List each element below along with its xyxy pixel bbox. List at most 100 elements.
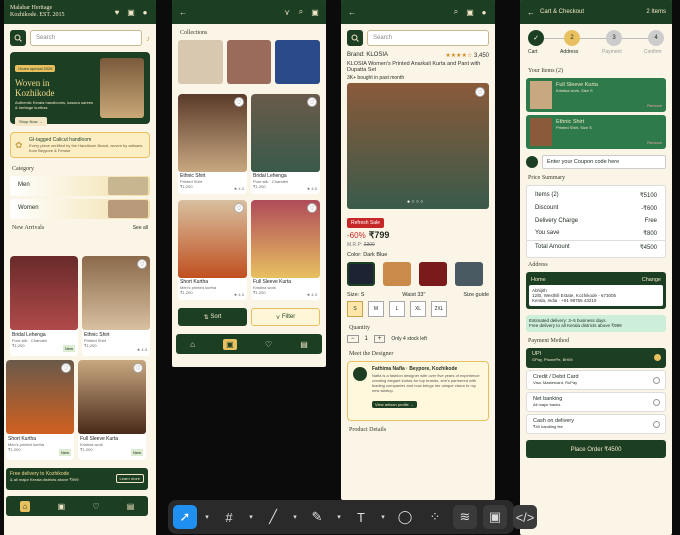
wishlist-heart-icon[interactable]: ♡ — [234, 203, 244, 213]
address-card[interactable]: Home Change Abhijith 12/B, Westhill Estat… — [526, 272, 666, 309]
collection-tile[interactable] — [178, 40, 223, 84]
cart-icon[interactable]: ▣ — [223, 338, 237, 350]
cart-icon[interactable]: ▣ — [310, 7, 320, 17]
pen-tool-icon[interactable]: ✎ — [305, 505, 329, 529]
comment-tool-icon[interactable]: ◯ — [393, 505, 417, 529]
bell-icon[interactable]: ♪ — [146, 34, 150, 43]
coupon-input[interactable]: Enter your Coupon code here — [542, 155, 666, 169]
increment-button[interactable]: + — [373, 335, 386, 343]
text-tool-icon[interactable]: T — [349, 505, 373, 529]
shop-now-button[interactable]: Shop Now → — [15, 117, 47, 126]
search-icon[interactable]: ⌕ — [296, 7, 306, 17]
search-icon[interactable] — [10, 30, 26, 46]
chevron-down-icon[interactable]: ▾ — [379, 505, 387, 529]
frame-tool-icon[interactable]: # — [217, 505, 241, 529]
design-mode-icon[interactable]: ▣ — [483, 505, 507, 529]
category-women[interactable]: Women — [10, 199, 150, 219]
wishlist-heart-icon[interactable]: ♡ — [307, 203, 317, 213]
swatch-tan[interactable] — [383, 262, 411, 286]
search-input[interactable]: Search — [30, 30, 142, 46]
place-order-button[interactable]: Place Order ₹4500 — [526, 440, 666, 458]
profile-icon[interactable]: ● — [479, 7, 489, 17]
remove-link[interactable]: Remove — [647, 103, 662, 108]
sort-button[interactable]: ⇅ Sort — [178, 308, 247, 326]
chevron-down-icon[interactable]: ▾ — [335, 505, 343, 529]
waist-label: Waist 33" — [402, 292, 426, 298]
search-input[interactable]: Search — [367, 30, 489, 46]
payment-option[interactable]: Credit / Debit Card Visa, Mastercard, RuP… — [526, 370, 666, 390]
swatch-maroon[interactable] — [419, 262, 447, 286]
product-card[interactable]: ♡ Short Kurtha Men's printed kurtha ₹1,2… — [6, 360, 74, 460]
wishlist-heart-icon[interactable]: ♡ — [475, 87, 485, 97]
collection-tile[interactable] — [275, 40, 321, 84]
cart-item[interactable]: Ethnic Shirt Printed Shirt, Size S Remov… — [526, 115, 666, 149]
wishlist-heart-icon[interactable]: ♡ — [61, 363, 71, 373]
remove-link[interactable]: Remove — [647, 140, 662, 145]
move-tool-icon[interactable]: ➚ — [173, 505, 197, 529]
change-address-link[interactable]: Change — [642, 277, 661, 283]
size-option[interactable]: L — [389, 301, 405, 317]
heart-icon[interactable]: ♡ — [265, 340, 272, 349]
bag-icon[interactable]: ▤ — [127, 502, 135, 511]
payment-option[interactable]: Cash on delivery ₹40 handling fee — [526, 414, 666, 434]
size-option[interactable]: XL — [410, 301, 426, 317]
radio-button[interactable] — [653, 399, 660, 406]
back-icon[interactable]: ← — [178, 7, 188, 17]
swatch-dark-blue[interactable] — [347, 262, 375, 286]
decrement-button[interactable]: − — [347, 335, 359, 343]
dev-mode-icon[interactable]: </> — [513, 505, 537, 529]
payment-option[interactable]: UPI GPay, PhonePe, BHIM — [526, 348, 666, 368]
cart-icon[interactable]: ▣ — [126, 7, 136, 17]
draw-mode-icon[interactable]: ≋ — [453, 505, 477, 529]
product-card[interactable]: ♡ Short Kurtha Men's printed kurtha ₹1,2… — [178, 200, 247, 300]
view-profile-button[interactable]: View artisan profile → — [372, 401, 417, 408]
search-icon[interactable]: ⌕ — [451, 7, 461, 17]
product-title: KLOSIA Women's Printed Anarkali Kurta an… — [347, 61, 481, 73]
size-guide-link[interactable]: Size guide — [463, 292, 489, 298]
delivery-banner[interactable]: Free delivery to Kozhikode & all major K… — [6, 468, 148, 490]
cart-item[interactable]: Full Sleeve Kurta Kristina work, Size S … — [526, 78, 666, 112]
cart-icon[interactable]: ▣ — [465, 7, 475, 17]
wishlist-heart-icon[interactable]: ♡ — [137, 259, 147, 269]
wishlist-heart-icon[interactable]: ♡ — [307, 97, 317, 107]
filter-button[interactable]: ⋎ Filter — [251, 308, 320, 326]
payment-option[interactable]: Net banking All major banks — [526, 392, 666, 412]
home-icon[interactable]: ⌂ — [19, 500, 31, 512]
swatch-slate[interactable] — [455, 262, 483, 286]
product-card[interactable]: ♡ Full Sleeve Kurta Kristina work ₹1,200… — [78, 360, 146, 460]
wishlist-heart-icon[interactable]: ♡ — [234, 97, 244, 107]
profile-icon[interactable]: ● — [140, 7, 150, 17]
collection-tile[interactable] — [226, 40, 272, 84]
heart-icon[interactable]: ♡ — [92, 502, 99, 511]
filter-icon[interactable]: ⋎ — [282, 7, 292, 17]
search-icon[interactable] — [347, 30, 363, 46]
bag-icon[interactable]: ▤ — [300, 340, 308, 349]
chevron-down-icon[interactable]: ▾ — [203, 505, 211, 529]
size-option[interactable]: M — [368, 301, 384, 317]
back-icon[interactable]: ← — [347, 7, 357, 17]
components-tool-icon[interactable]: ⁘ — [423, 505, 447, 529]
back-icon[interactable]: ← — [526, 7, 536, 17]
wishlist-heart-icon[interactable]: ♡ — [133, 363, 143, 373]
home-icon[interactable]: ⌂ — [190, 340, 195, 349]
product-card[interactable]: ♡ Ethnic Shirt Printed Shirt ₹1,200 ★ 4.… — [178, 94, 247, 194]
see-all-link[interactable]: See all — [133, 225, 148, 231]
cart-icon[interactable]: ▣ — [58, 502, 66, 511]
size-option[interactable]: S — [347, 301, 363, 317]
chevron-down-icon[interactable]: ▾ — [247, 505, 255, 529]
size-label: Size: S — [347, 292, 365, 298]
chevron-down-icon[interactable]: ▾ — [291, 505, 299, 529]
product-card[interactable]: Bridal Lehenga Pure silk · Chanderi ₹1,2… — [10, 256, 78, 356]
promo-banner[interactable]: Onam special 2026 Woven in Kozhikode Aut… — [10, 52, 150, 126]
category-men[interactable]: Men — [10, 176, 150, 196]
radio-button[interactable] — [653, 377, 660, 384]
product-card[interactable]: ♡ Full Sleeve Kurta Kristina work ₹1,200… — [251, 200, 320, 300]
product-card[interactable]: ♡ Ethnic Shirt Printed Shirt ₹1,200 ★ 4.… — [82, 256, 150, 356]
product-card[interactable]: ♡ Bridal Lehenga Pure silk · Chanderi ₹1… — [251, 94, 320, 194]
radio-selected[interactable] — [654, 354, 661, 361]
size-option[interactable]: 2XL — [431, 301, 447, 317]
line-tool-icon[interactable]: ╱ — [261, 505, 285, 529]
learn-more-button[interactable]: Learn more — [115, 474, 144, 483]
radio-button[interactable] — [653, 421, 660, 428]
heart-icon[interactable]: ♥ — [112, 7, 122, 17]
